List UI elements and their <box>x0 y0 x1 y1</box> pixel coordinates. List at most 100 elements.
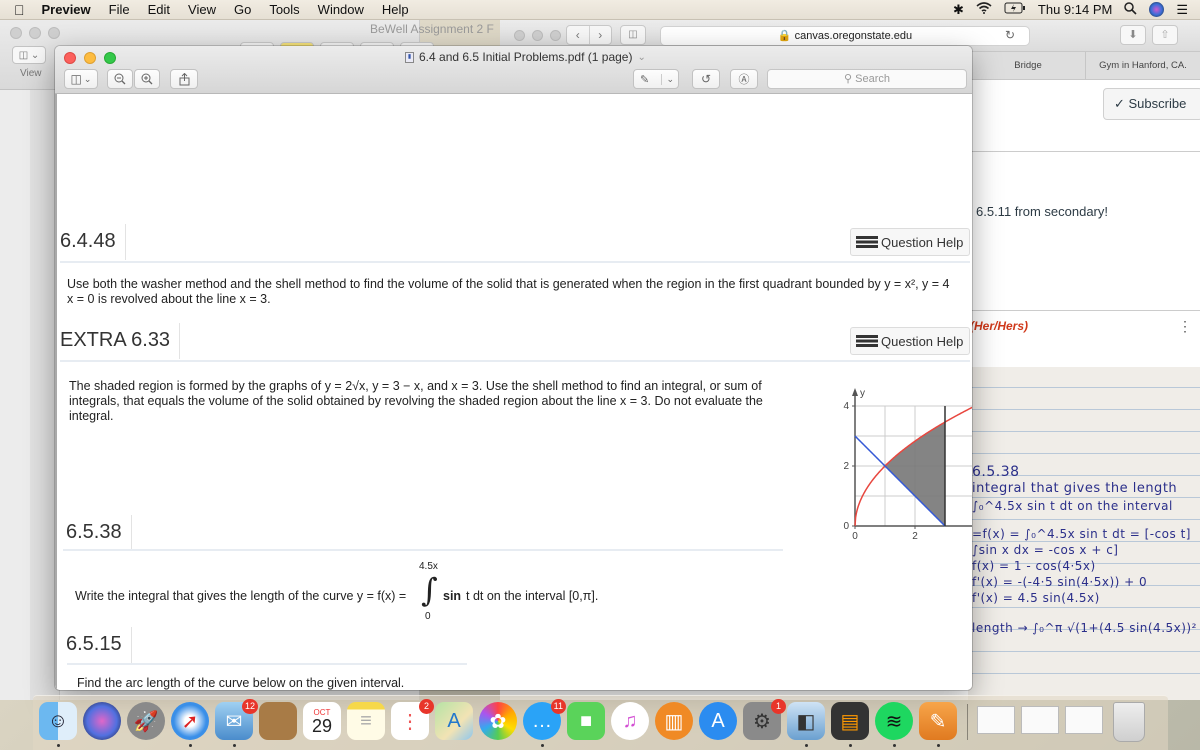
tab-gym-hanford[interactable]: Gym in Hanford, CA. <box>1085 52 1200 79</box>
problem-text: Write the integral that gives the length… <box>75 589 407 603</box>
notification-badge: 1 <box>771 699 786 714</box>
dock-messages-icon[interactable]: … 11 <box>523 699 566 740</box>
discussion-post-text: 6.5.11 from secondary! <box>976 204 1108 219</box>
question-help-label: Question Help <box>881 333 964 349</box>
rotate-button[interactable]: ↺ <box>692 69 720 89</box>
siri-icon[interactable] <box>1149 2 1165 17</box>
calendar-day: 29 <box>311 715 333 736</box>
highlight-button[interactable]: ✎ ⌄ <box>633 69 679 89</box>
minimized-window-thumbnail[interactable] <box>977 706 1015 734</box>
dock-itunes-icon[interactable]: ♫ <box>611 702 649 740</box>
menu-edit[interactable]: Edit <box>139 0 179 20</box>
problem-id: 6.5.15 <box>63 627 132 663</box>
dock: ☺ 🚀 ➚ ✉ 12 OCT 29 ≡ ⋮ 2 A ✿… 11 ■ ♫ ▥ A ⚙ 1 ◧ ▤ ≋ ✎ <box>33 695 1168 750</box>
menu-window[interactable]: Window <box>309 0 373 20</box>
dock-reminders-icon[interactable]: ⋮ 2 <box>391 699 434 740</box>
highlighter-icon: ✎ <box>640 73 650 86</box>
dock-notes-icon[interactable]: ≡ <box>347 702 385 740</box>
menu-view[interactable]: View <box>179 0 225 20</box>
dock-launchpad-icon[interactable]: 🚀 <box>127 702 165 740</box>
running-indicator <box>189 744 192 747</box>
x-tick-label: 2 <box>912 531 918 542</box>
minimize-window-button[interactable] <box>84 52 96 64</box>
dock-mail-icon[interactable]: ✉ 12 <box>215 699 258 740</box>
y-axis-label: y <box>860 388 865 399</box>
wifi-icon[interactable] <box>976 2 992 17</box>
dock-spotify-icon[interactable]: ≋ <box>875 702 913 740</box>
menu-app-name[interactable]: Preview <box>33 0 100 20</box>
dock-calendar-icon[interactable]: OCT 29 <box>303 702 341 740</box>
dock-finder-icon[interactable]: ☺ <box>39 702 77 740</box>
dock-safari-icon[interactable]: ➚ <box>171 702 209 740</box>
minimized-window-thumbnail[interactable] <box>1021 706 1059 734</box>
more-options-icon[interactable]: ⋮ <box>1178 318 1192 335</box>
running-indicator <box>541 744 544 747</box>
forward-icon[interactable]: › <box>588 26 612 44</box>
minimized-window-thumbnail[interactable] <box>1065 706 1103 734</box>
notebook-photo: 6.5.38 integral that gives the length ∫₀… <box>968 367 1200 700</box>
dock-facetime-icon[interactable]: ■ <box>567 702 605 740</box>
back-icon[interactable]: ‹ <box>567 26 589 44</box>
dock-preview-icon[interactable]: ◧ <box>787 702 825 740</box>
search-input[interactable]: ⚲ Search <box>767 69 967 89</box>
window-title[interactable]: ▮ 6.4 and 6.5 Initial Problems.pdf (1 pa… <box>405 50 646 64</box>
trash-icon[interactable] <box>1113 702 1145 742</box>
tab-bridge[interactable]: Bridge <box>970 52 1085 79</box>
markup-button[interactable]: Ⓐ <box>730 69 758 89</box>
pages-window-title: BeWell Assignment 2 F <box>370 22 494 36</box>
bluetooth-icon[interactable]: ✱ <box>953 2 964 18</box>
dock-printer-icon[interactable]: ▤ <box>831 702 869 740</box>
share-button[interactable]: ⇧ <box>1152 25 1178 45</box>
sidebar-toggle-button[interactable]: ◫ ⌄ <box>64 69 98 89</box>
dock-app-store-icon[interactable]: A <box>699 702 737 740</box>
safari-sidebar-button[interactable]: ◫ <box>620 25 646 45</box>
problem-id: 6.4.48 <box>57 224 126 260</box>
apple-menu-icon[interactable]:  <box>0 0 33 20</box>
battery-charging-icon[interactable] <box>1004 2 1026 17</box>
list-icon <box>856 236 878 248</box>
notification-center-icon[interactable]: ☰ <box>1176 2 1188 18</box>
dock-separator <box>967 704 968 740</box>
back-forward-buttons[interactable]: ‹ › <box>566 25 612 45</box>
url-text: canvas.oregonstate.edu <box>794 30 913 42</box>
reload-icon[interactable]: ↻ <box>1005 28 1015 42</box>
handwritten-line: 6.5.38 <box>972 464 1020 480</box>
preview-window[interactable]: ▮ 6.4 and 6.5 Initial Problems.pdf (1 pa… <box>55 46 972 690</box>
divider <box>60 360 970 362</box>
dock-pages-icon[interactable]: ✎ <box>919 702 957 740</box>
address-bar[interactable]: 🔒 canvas.oregonstate.edu <box>660 26 1030 46</box>
y-tick-label: 2 <box>843 461 849 472</box>
spotlight-icon[interactable] <box>1124 1 1137 18</box>
zoom-out-button[interactable] <box>107 69 133 89</box>
dock-contacts-icon[interactable] <box>259 702 297 740</box>
dock-siri-icon[interactable] <box>83 702 121 740</box>
divider <box>67 663 467 665</box>
dock-photos-icon[interactable]: ✿ <box>479 702 517 740</box>
chevron-down-icon[interactable]: ⌄ <box>637 52 645 63</box>
zoom-in-button[interactable] <box>134 69 160 89</box>
chevron-down-icon[interactable]: ⌄ <box>661 73 674 85</box>
divider <box>972 310 1200 311</box>
menu-help[interactable]: Help <box>373 0 418 20</box>
dock-ibooks-icon[interactable]: ▥ <box>655 702 693 740</box>
close-window-button[interactable] <box>64 52 76 64</box>
notification-badge: 2 <box>419 699 434 714</box>
notification-badge: 11 <box>550 699 566 714</box>
question-help-button[interactable]: Question Help <box>850 327 970 355</box>
question-help-button[interactable]: Question Help <box>850 228 970 256</box>
menu-go[interactable]: Go <box>225 0 260 20</box>
subscribe-button[interactable]: ✓ Subscribe <box>1103 88 1200 120</box>
view-label: View <box>20 68 42 79</box>
dock-system-preferences-icon[interactable]: ⚙ 1 <box>743 699 786 740</box>
dock-maps-icon[interactable]: A <box>435 702 473 740</box>
menu-file[interactable]: File <box>100 0 139 20</box>
downloads-button[interactable]: ⬇ <box>1120 25 1146 45</box>
sidebar-view-button[interactable]: ◫ ⌄ <box>12 46 46 64</box>
menubar-clock[interactable]: Thu 9:14 PM <box>1038 2 1112 17</box>
menu-tools[interactable]: Tools <box>260 0 308 20</box>
question-help-label: Question Help <box>881 234 964 250</box>
zoom-window-button[interactable] <box>104 52 116 64</box>
problem-id-text: 6.5.15 <box>66 633 122 655</box>
share-button[interactable] <box>170 69 198 89</box>
running-indicator <box>233 744 236 747</box>
